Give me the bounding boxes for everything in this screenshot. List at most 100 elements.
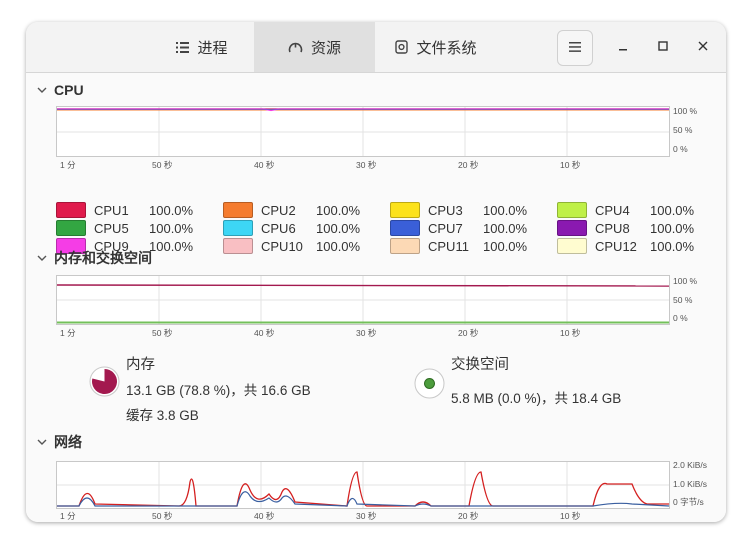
cpu-name: CPU6 (261, 220, 296, 236)
cpu-y-label-50: 50 % (673, 125, 693, 135)
disk-icon (395, 40, 409, 54)
cpu-legend-item[interactable]: CPU4 100.0% (557, 202, 694, 218)
cpu-legend-item[interactable]: CPU10 100.0% (223, 238, 360, 254)
cpu-legend-item[interactable]: CPU3 100.0% (390, 202, 527, 218)
network-y-label-mid: 1.0 KiB/s (673, 479, 708, 489)
memory-x-label: 30 秒 (356, 328, 377, 338)
cpu-usage-value: 100.0% (149, 202, 194, 218)
main-menu-button[interactable] (557, 30, 593, 66)
cpu-name: CPU3 (428, 202, 463, 218)
memory-section-header[interactable]: 内存和交换空间 (37, 248, 152, 268)
cpu-y-label-0: 0 % (673, 144, 688, 154)
cpu-section-title: CPU (54, 82, 84, 98)
cpu-name: CPU12 (595, 238, 637, 254)
tab-file-systems-label: 文件系统 (416, 39, 477, 57)
cpu-name: CPU2 (261, 202, 296, 218)
network-x-label: 40 秒 (254, 511, 275, 521)
network-x-label: 30 秒 (356, 511, 377, 521)
network-section-header[interactable]: 网络 (37, 432, 82, 452)
cpu-color-swatch[interactable] (56, 202, 86, 218)
cpu-usage-value: 100.0% (650, 238, 695, 254)
ram-cache-text: 缓存 3.8 GB (126, 408, 199, 423)
network-y-label-high: 2.0 KiB/s (673, 460, 708, 470)
cpu-color-swatch[interactable] (390, 238, 420, 254)
cpu-color-swatch[interactable] (223, 202, 253, 218)
tab-file-systems[interactable]: 文件系统 (381, 22, 491, 72)
network-history-graph (56, 461, 670, 509)
memory-x-label: 10 秒 (560, 328, 581, 338)
cpu-legend-item[interactable]: CPU5 100.0% (56, 220, 193, 236)
cpu-name: CPU10 (261, 238, 303, 254)
ram-usage-pie[interactable] (89, 366, 120, 397)
memory-y-label-100: 100 % (673, 276, 698, 286)
memory-x-label: 1 分 (60, 328, 76, 338)
cpu-usage-value: 100.0% (149, 220, 194, 236)
tab-processes-label: 进程 (197, 39, 228, 57)
tab-processes[interactable]: 进程 (150, 22, 254, 72)
cpu-x-label: 10 秒 (560, 160, 581, 170)
cpu-legend-item[interactable]: CPU8 100.0% (557, 220, 694, 236)
swap-usage-text: 5.8 MB (0.0 %)，共 18.4 GB (451, 391, 622, 406)
memory-history-graph (56, 275, 670, 325)
network-x-label: 1 分 (60, 511, 76, 521)
network-x-label: 10 秒 (560, 511, 581, 521)
cpu-usage-value: 100.0% (316, 220, 361, 236)
close-button[interactable] (686, 30, 720, 64)
system-monitor-window: 进程 资源 文件系统 CPU 100 % 50 % 0 % 1 分 50 秒 4… (26, 22, 726, 522)
cpu-legend-item[interactable]: CPU11 100.0% (390, 238, 527, 254)
ram-info: 内存 13.1 GB (78.8 %)，共 16.6 GB 缓存 3.8 GB (126, 353, 311, 424)
minimize-button[interactable] (606, 30, 640, 64)
cpu-color-swatch[interactable] (557, 220, 587, 236)
tab-resources[interactable]: 资源 (254, 22, 375, 72)
cpu-section-header[interactable]: CPU (37, 82, 84, 98)
chevron-down-icon (37, 439, 47, 445)
maximize-icon (658, 38, 668, 56)
minimize-icon (618, 38, 628, 56)
cpu-legend-item[interactable]: CPU6 100.0% (223, 220, 360, 236)
cpu-color-swatch[interactable] (223, 220, 253, 236)
cpu-color-swatch[interactable] (390, 202, 420, 218)
list-icon (176, 41, 190, 53)
cpu-y-label-100: 100 % (673, 106, 698, 116)
cpu-legend-item[interactable]: CPU2 100.0% (223, 202, 360, 218)
cpu-name: CPU1 (94, 202, 129, 218)
cpu-color-swatch[interactable] (223, 238, 253, 254)
cpu-name: CPU5 (94, 220, 129, 236)
memory-y-label-50: 50 % (673, 295, 693, 305)
memory-x-label: 20 秒 (458, 328, 479, 338)
cpu-x-label: 20 秒 (458, 160, 479, 170)
chevron-down-icon (37, 87, 47, 93)
chevron-down-icon (37, 255, 47, 261)
cpu-legend-item[interactable]: CPU7 100.0% (390, 220, 527, 236)
cpu-x-label: 1 分 (60, 160, 76, 170)
cpu-usage-value: 100.0% (650, 220, 695, 236)
cpu-color-swatch[interactable] (557, 202, 587, 218)
resources-panel: CPU 100 % 50 % 0 % 1 分 50 秒 40 秒 30 秒 20… (26, 73, 726, 522)
network-x-label: 20 秒 (458, 511, 479, 521)
cpu-color-swatch[interactable] (56, 220, 86, 236)
cpu-color-swatch[interactable] (557, 238, 587, 254)
network-x-label: 50 秒 (152, 511, 173, 521)
cpu-usage-value: 100.0% (316, 202, 361, 218)
cpu-usage-value: 100.0% (483, 220, 528, 236)
swap-info: 交换空间 5.8 MB (0.0 %)，共 18.4 GB (451, 353, 621, 407)
maximize-button[interactable] (646, 30, 680, 64)
cpu-name: CPU11 (428, 238, 469, 254)
tab-resources-label: 资源 (310, 39, 341, 57)
header-bar: 进程 资源 文件系统 (26, 22, 726, 73)
hamburger-menu-icon (569, 39, 581, 57)
cpu-legend-item[interactable]: CPU12 100.0% (557, 238, 694, 254)
cpu-name: CPU4 (595, 202, 630, 218)
network-y-label-zero: 0 字节/s (673, 497, 704, 507)
swap-usage-pie[interactable] (414, 368, 445, 399)
cpu-color-swatch[interactable] (390, 220, 420, 236)
cpu-name: CPU8 (595, 220, 630, 236)
cpu-legend-item[interactable]: CPU1 100.0% (56, 202, 193, 218)
cpu-usage-value: 100.0% (650, 202, 695, 218)
gauge-icon (288, 40, 303, 54)
cpu-usage-value: 100.0% (316, 238, 361, 254)
network-section-title: 网络 (54, 434, 82, 450)
swap-label: 交换空间 (451, 357, 509, 373)
cpu-x-label: 50 秒 (152, 160, 173, 170)
memory-x-label: 40 秒 (254, 328, 275, 338)
